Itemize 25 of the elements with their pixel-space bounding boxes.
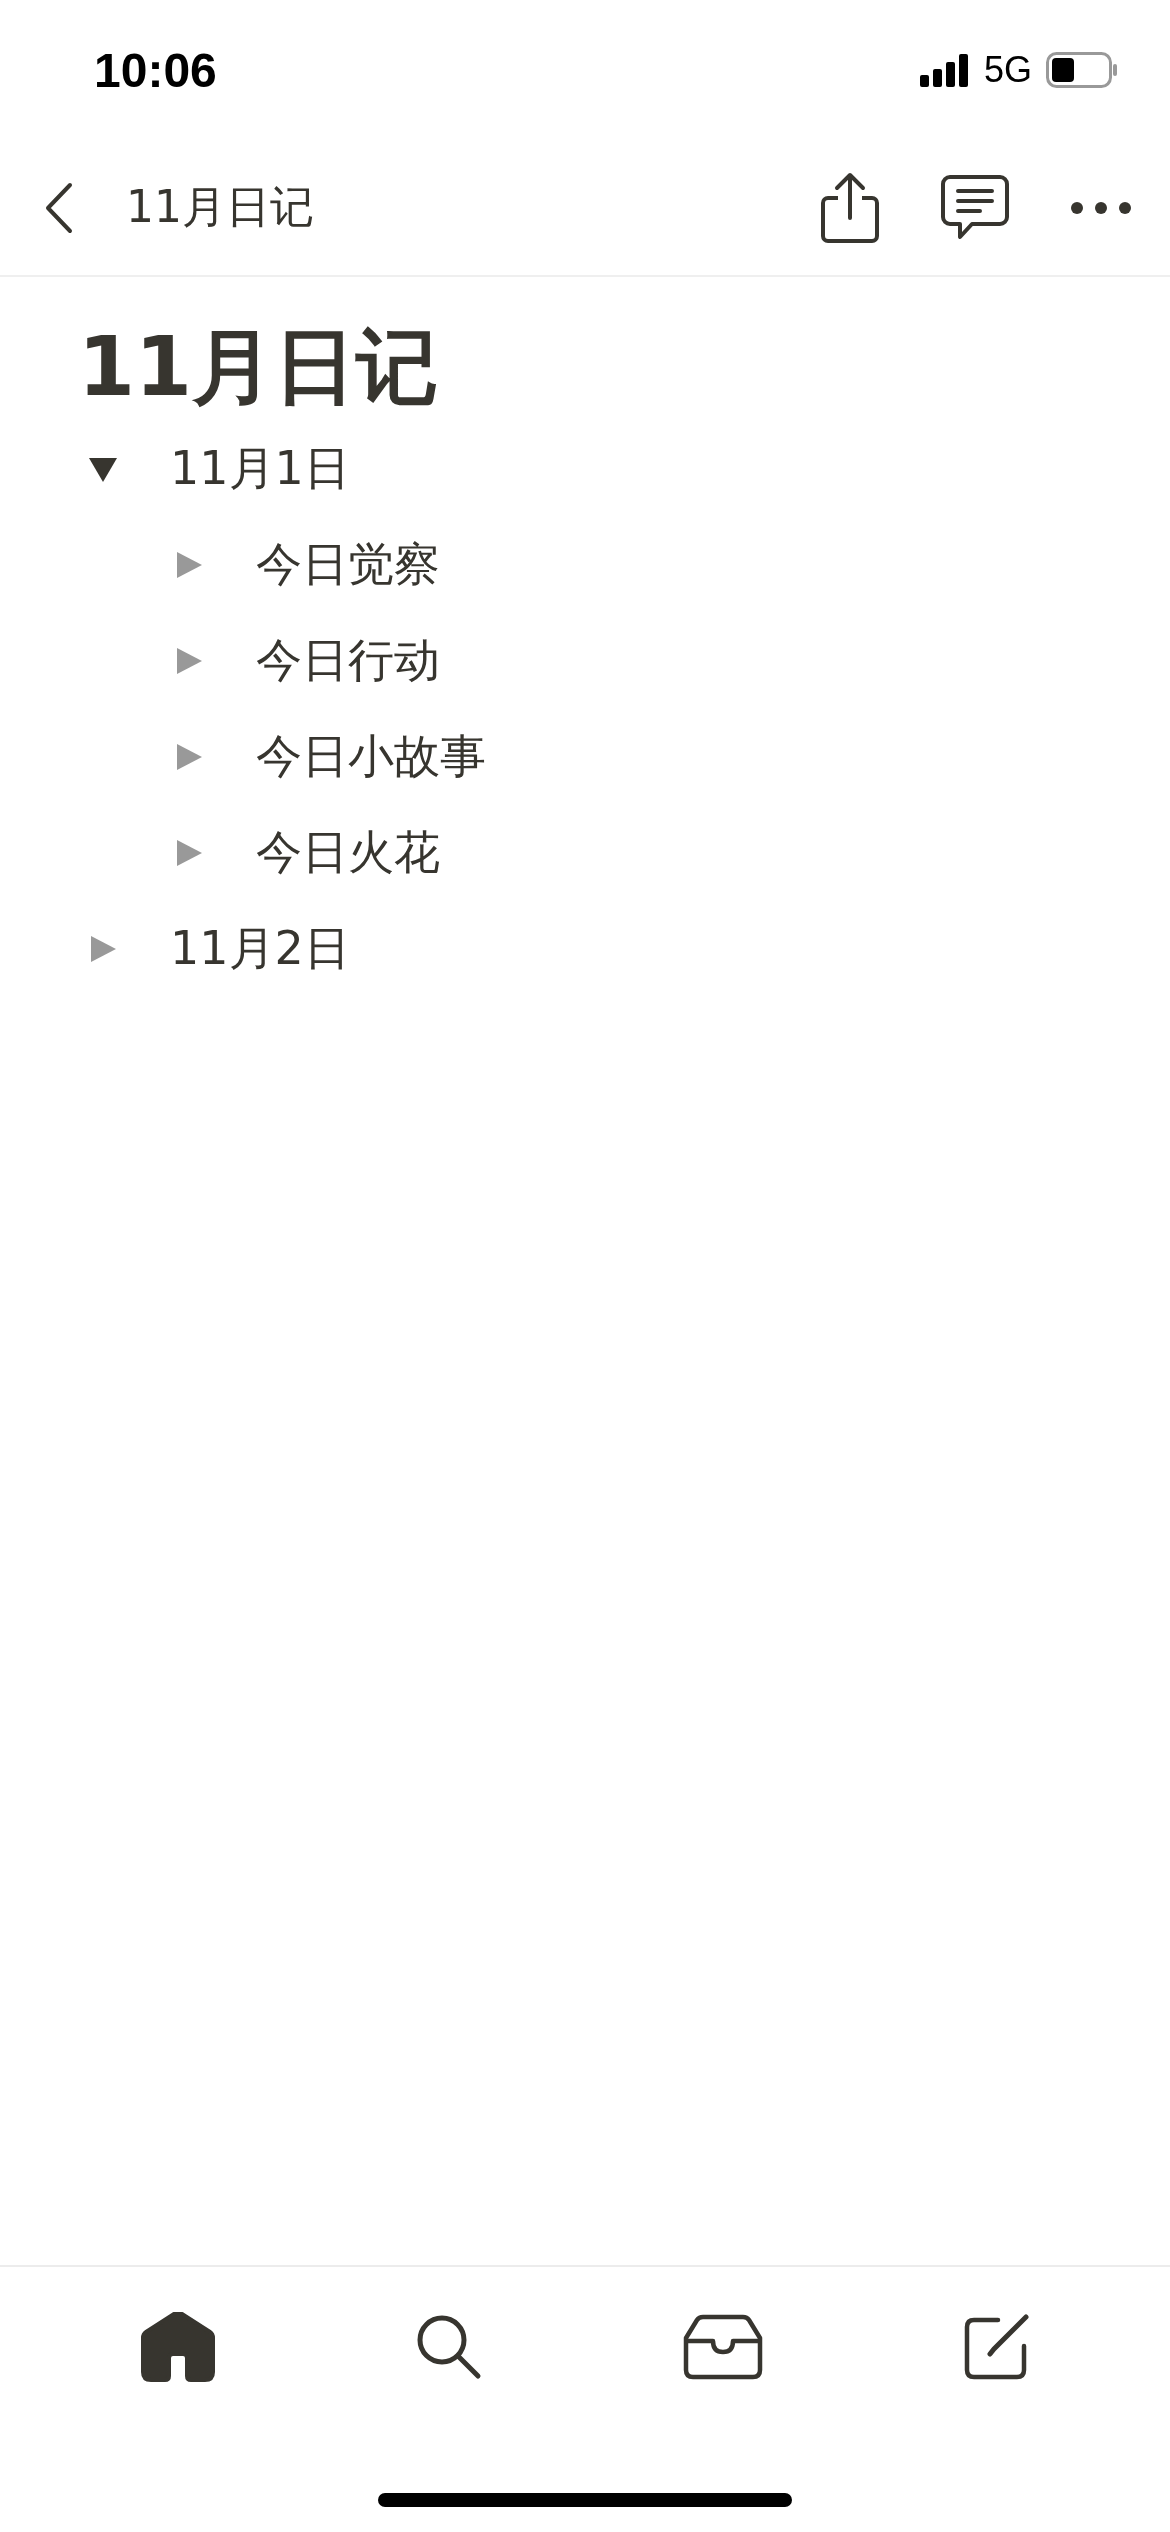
share-icon[interactable] bbox=[820, 171, 880, 244]
outline-item[interactable]: 今日行动 bbox=[256, 630, 440, 692]
status-time: 10:06 bbox=[94, 42, 217, 98]
back-icon[interactable] bbox=[44, 181, 74, 234]
outline-item[interactable]: 11月1日 bbox=[170, 438, 350, 500]
comment-icon[interactable] bbox=[940, 173, 1010, 242]
more-icon[interactable] bbox=[1070, 200, 1132, 215]
compose-icon[interactable] bbox=[963, 2314, 1030, 2380]
toggle-icon[interactable] bbox=[88, 934, 118, 964]
inbox-icon[interactable] bbox=[682, 2314, 763, 2380]
outline-item[interactable]: 今日火花 bbox=[256, 822, 440, 884]
page-title: 11月日记 bbox=[78, 318, 440, 416]
outline-item[interactable]: 今日小故事 bbox=[256, 726, 486, 788]
toggle-icon[interactable] bbox=[174, 742, 204, 772]
search-icon[interactable] bbox=[415, 2314, 482, 2380]
battery-icon bbox=[1046, 52, 1118, 88]
signal-icon bbox=[919, 53, 970, 87]
home-icon[interactable] bbox=[140, 2312, 215, 2382]
outline-item[interactable]: 11月2日 bbox=[170, 918, 350, 980]
network-label: 5G bbox=[983, 49, 1032, 91]
toggle-icon[interactable] bbox=[174, 646, 204, 676]
toggle-icon[interactable] bbox=[174, 838, 204, 868]
nav-title: 11月日记 bbox=[126, 180, 314, 234]
outline-item[interactable]: 今日觉察 bbox=[256, 534, 440, 596]
toggle-icon[interactable] bbox=[174, 550, 204, 580]
